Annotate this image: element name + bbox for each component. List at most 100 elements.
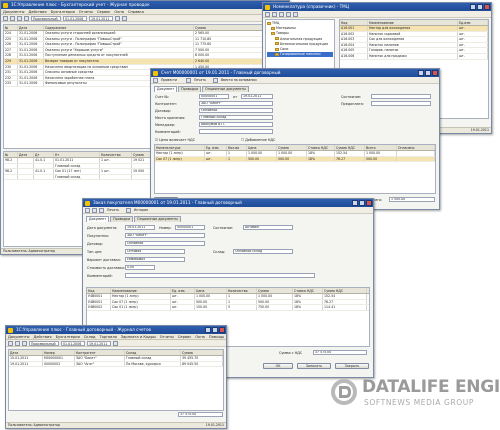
table-row[interactable]: 19.01.2011 00000002 ЗАО "Агат" По Москве, к… xyxy=(9,361,223,368)
close-icon[interactable] xyxy=(219,327,225,333)
contract-field[interactable]: Основной xyxy=(125,241,205,246)
period-select[interactable]: Произвольный xyxy=(31,15,61,21)
menu-item[interactable]: Бухгалтерия xyxy=(56,334,80,339)
column-header[interactable]: Номер xyxy=(43,350,75,355)
warehouse-field[interactable]: Основной склад xyxy=(233,249,293,254)
column-header[interactable]: Номенклатура xyxy=(155,145,205,150)
column-header[interactable]: Кт xyxy=(54,152,100,157)
contract-field[interactable]: Основной xyxy=(199,108,273,113)
date-field[interactable]: 19.01.2011 xyxy=(125,225,155,230)
column-header[interactable]: Всего xyxy=(365,145,397,150)
menu-item[interactable]: Бухгалтерия xyxy=(51,9,75,14)
nomenclature-titlebar[interactable]: Номенклатура (справочник) - ТМЦ xyxy=(263,3,491,11)
print-button[interactable]: Печать xyxy=(193,78,211,83)
date-to-input[interactable]: 19.01.2011 xyxy=(87,340,111,346)
column-header[interactable]: Контрагент xyxy=(75,350,125,355)
close-icon[interactable] xyxy=(366,200,372,206)
menu-item[interactable]: Окна xyxy=(114,9,124,14)
tab-options[interactable]: Опционные документы xyxy=(134,216,181,222)
state-field[interactable] xyxy=(371,94,431,99)
period-select[interactable]: Произвольный xyxy=(29,340,59,346)
refresh-icon[interactable] xyxy=(115,15,120,21)
tree-node-selected[interactable]: Газированные напитки xyxy=(267,52,333,58)
column-header[interactable]: Ед. изм. xyxy=(205,145,227,150)
menu-item[interactable]: Документы xyxy=(8,334,30,339)
menu-item[interactable]: Справка xyxy=(128,9,144,14)
based-on-icon[interactable] xyxy=(213,77,218,83)
order-titlebar[interactable]: Заказ покупателя М00000001 от 19.01.2011… xyxy=(83,199,373,207)
invoice-titlebar[interactable]: Счет М00000001 от 19.01.2011 - Главный д… xyxy=(151,69,439,77)
column-header[interactable]: Цена xyxy=(195,288,227,293)
prepay-field[interactable] xyxy=(371,101,431,106)
table-row[interactable]: У4В0002 Сок 01 (1 литр) шт. 150.00 5 750.00 18… xyxy=(87,305,369,311)
column-header[interactable]: Сумма xyxy=(181,350,223,355)
menu-item[interactable]: Отчеты xyxy=(160,334,174,339)
manager-field[interactable]: Абакумов В.П. xyxy=(199,122,273,127)
menu-item[interactable]: Окна xyxy=(195,334,205,339)
menu-item[interactable]: Зарплата и Кадры xyxy=(121,334,156,339)
new-icon[interactable] xyxy=(265,11,270,17)
place-field[interactable]: Главный склад xyxy=(199,115,273,120)
journal-titlebar[interactable]: 1С:Управление плюс - Бухгалтерский учет … xyxy=(1,1,289,9)
edit-icon[interactable] xyxy=(279,11,284,17)
table-row[interactable]: Главный склад xyxy=(4,174,162,181)
table-row[interactable]: Сок 07 (1 литр) шт. 1 500.00 500.00 18% 76.27 5… xyxy=(155,156,435,163)
column-header[interactable]: Ставка НДС xyxy=(307,145,335,150)
tab-document[interactable]: Документ xyxy=(154,86,178,92)
date-to-input[interactable]: 19.01.2011 xyxy=(89,15,113,21)
save-icon[interactable] xyxy=(92,207,97,213)
menu-item[interactable]: Действия xyxy=(29,9,47,14)
column-header[interactable]: Код xyxy=(340,20,368,25)
close-icon[interactable] xyxy=(484,4,490,10)
state-field[interactable]: Активен xyxy=(243,225,293,230)
close-icon[interactable] xyxy=(432,70,438,76)
column-header[interactable]: Оплачено xyxy=(397,145,435,150)
column-header[interactable]: Наименование xyxy=(368,20,458,25)
ok-button[interactable]: OK xyxy=(263,363,293,369)
maximize-icon[interactable] xyxy=(425,70,431,76)
invoices-titlebar[interactable]: 1С:Управление плюс - Главный договорный … xyxy=(6,326,226,334)
conduct-icon[interactable] xyxy=(153,77,158,83)
column-header[interactable]: № xyxy=(4,25,18,30)
minimize-icon[interactable] xyxy=(352,200,358,206)
search-icon[interactable] xyxy=(293,11,298,17)
history-icon[interactable] xyxy=(126,207,131,213)
edit-icon[interactable] xyxy=(22,340,27,346)
menu-item[interactable]: Сервис xyxy=(97,9,110,14)
save-button[interactable]: Записать xyxy=(297,363,331,369)
print-button[interactable]: Печать xyxy=(106,208,124,213)
maximize-icon[interactable] xyxy=(477,4,483,10)
column-header[interactable]: Количество xyxy=(227,288,257,293)
conduct-icon[interactable] xyxy=(85,207,90,213)
date-from-input[interactable]: 01.01.2006 xyxy=(61,340,85,346)
date-from-input[interactable]: 01.01.2006 xyxy=(63,15,87,21)
buyer-field[interactable]: ЗАО "Бекет" xyxy=(125,233,205,238)
contractor-field[interactable]: ЗАО "Бекет" xyxy=(199,101,273,106)
tab-entries[interactable]: Проводки xyxy=(110,216,134,222)
tab-entries[interactable]: Проводки xyxy=(178,86,202,92)
new-icon[interactable] xyxy=(3,15,8,21)
minimize-icon[interactable] xyxy=(470,4,476,10)
maximize-icon[interactable] xyxy=(359,200,365,206)
menu-item[interactable]: Действия xyxy=(34,334,52,339)
comment-field[interactable] xyxy=(199,129,273,134)
menu-item[interactable]: Сервис xyxy=(178,334,191,339)
tab-options[interactable]: Опционные документы xyxy=(202,86,249,92)
delivery-field[interactable]: самовывоз xyxy=(125,257,185,262)
vat-doc-checkbox[interactable]: ☐ Добавление НДС xyxy=(241,138,275,142)
column-header[interactable]: Дата xyxy=(9,350,43,355)
column-header[interactable]: Количество xyxy=(100,152,132,157)
comment-field[interactable] xyxy=(125,273,315,278)
column-header[interactable]: Сумма xyxy=(257,288,293,293)
maximize-icon[interactable] xyxy=(212,327,218,333)
table-row[interactable]: А16.006 Напиток для продажи шт. xyxy=(340,53,488,60)
menu-item[interactable]: Склад xyxy=(84,334,96,339)
edit-icon[interactable] xyxy=(17,15,22,21)
column-header[interactable]: Сумма НДС xyxy=(335,145,365,150)
column-header[interactable]: Сумма НДС xyxy=(323,288,367,293)
delete-icon[interactable] xyxy=(286,11,291,17)
delete-icon[interactable] xyxy=(24,15,29,21)
copy-icon[interactable] xyxy=(10,15,15,21)
column-header[interactable]: Кол-во xyxy=(227,145,247,150)
menu-item[interactable]: Отчеты xyxy=(79,9,93,14)
